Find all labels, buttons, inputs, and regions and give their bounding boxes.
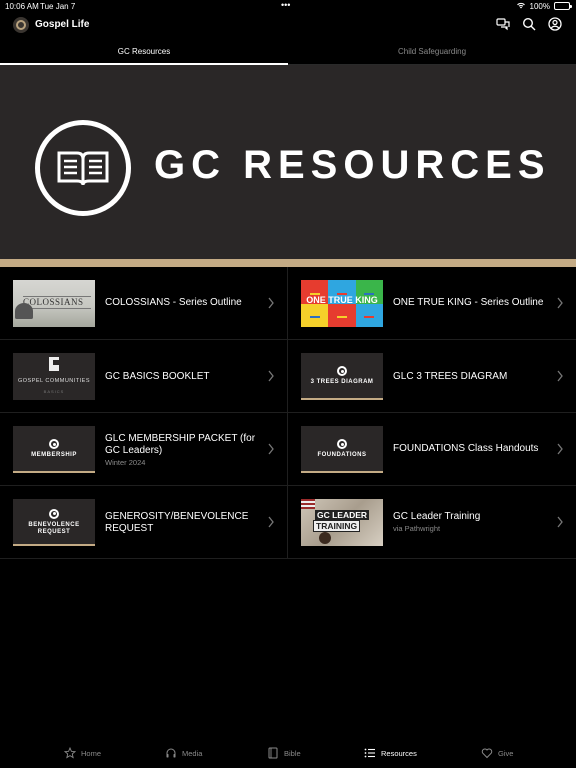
chevron-right-icon bbox=[268, 297, 274, 309]
list-icon bbox=[364, 748, 375, 758]
nav-resources[interactable]: Resources bbox=[364, 747, 417, 759]
nav-media-label: Media bbox=[182, 748, 203, 758]
app-header: Gospel Life bbox=[0, 14, 576, 38]
nav-bible-label: Bible bbox=[284, 748, 301, 758]
colossians-thumbnail: COLOSSIANS bbox=[13, 280, 95, 327]
foundations-thumbnail: FOUNDATIONS bbox=[301, 426, 383, 473]
status-bar: 10:06 AM Tue Jan 7 ••• 100% bbox=[0, 0, 576, 12]
chevron-right-icon bbox=[268, 443, 274, 455]
chevron-right-icon bbox=[557, 443, 563, 455]
chevron-right-icon bbox=[557, 370, 563, 382]
wifi-icon bbox=[516, 1, 526, 11]
profile-icon[interactable] bbox=[548, 17, 562, 31]
resource-item-membership[interactable]: MEMBERSHIP GLC MEMBERSHIP PACKET (for GC… bbox=[0, 413, 288, 486]
resource-item-leader-training[interactable]: GC LEADER TRAINING GC Leader Training vi… bbox=[288, 486, 576, 559]
app-title: Gospel Life bbox=[35, 19, 90, 30]
chevron-right-icon bbox=[557, 516, 563, 528]
tab-child-safeguarding[interactable]: Child Safeguarding bbox=[288, 40, 576, 64]
headphones-icon bbox=[166, 748, 176, 758]
resource-item-colossians[interactable]: COLOSSIANS COLOSSIANS - Series Outline bbox=[0, 267, 288, 340]
book-icon bbox=[35, 120, 131, 216]
nav-bible[interactable]: Bible bbox=[267, 747, 301, 759]
resources-grid: COLOSSIANS COLOSSIANS - Series Outline O… bbox=[0, 267, 576, 559]
tab-bar: GC Resources Child Safeguarding bbox=[0, 40, 576, 65]
membership-thumbnail: MEMBERSHIP bbox=[13, 426, 95, 473]
resource-item-3-trees[interactable]: 3 TREES DIAGRAM GLC 3 TREES DIAGRAM bbox=[288, 340, 576, 413]
banner-title: GC RESOURCES bbox=[154, 143, 551, 187]
nav-give-label: Give bbox=[498, 748, 514, 758]
resource-title: GC Leader Training bbox=[393, 511, 481, 522]
nav-give[interactable]: Give bbox=[481, 747, 513, 759]
banner-accent-stripe bbox=[0, 259, 576, 267]
resource-title: ONE TRUE KING - Series Outline bbox=[393, 297, 544, 308]
tab-gc-resources[interactable]: GC Resources bbox=[0, 40, 288, 65]
resource-item-foundations[interactable]: FOUNDATIONS FOUNDATIONS Class Handouts bbox=[288, 413, 576, 486]
resource-title: GLC MEMBERSHIP PACKET (for GC Leaders) bbox=[105, 433, 256, 456]
gc-basics-thumbnail: GOSPEL COMMUNITIES BASICS bbox=[13, 353, 95, 400]
resource-subtitle: via Pathwright bbox=[393, 524, 441, 533]
star-icon bbox=[64, 747, 76, 759]
one-true-king-thumbnail: ONE TRUE KING bbox=[301, 280, 383, 327]
nav-media[interactable]: Media bbox=[165, 747, 202, 759]
nav-home[interactable]: Home bbox=[64, 747, 101, 759]
app-logo bbox=[13, 17, 29, 33]
heart-icon bbox=[481, 748, 493, 759]
battery-icon bbox=[554, 2, 572, 10]
leader-training-thumbnail: GC LEADER TRAINING bbox=[301, 499, 383, 546]
3-trees-thumbnail: 3 TREES DIAGRAM bbox=[301, 353, 383, 400]
chat-icon[interactable] bbox=[496, 17, 510, 31]
hero-banner: GC RESOURCES bbox=[0, 65, 576, 259]
search-icon[interactable] bbox=[522, 17, 536, 31]
benevolence-thumbnail: BENEVOLENCE REQUEST bbox=[13, 499, 95, 546]
chevron-right-icon bbox=[557, 297, 563, 309]
nav-resources-label: Resources bbox=[381, 748, 417, 758]
book-icon bbox=[268, 747, 278, 759]
resource-title: GENEROSITY/BENEVOLENCE REQUEST bbox=[105, 511, 249, 534]
status-time: 10:06 AM bbox=[5, 2, 39, 11]
resource-title: GC BASICS BOOKLET bbox=[105, 371, 210, 382]
resource-title: GLC 3 TREES DIAGRAM bbox=[393, 371, 508, 382]
resource-item-benevolence[interactable]: BENEVOLENCE REQUEST GENEROSITY/BENEVOLEN… bbox=[0, 486, 288, 559]
resource-item-gc-basics[interactable]: GOSPEL COMMUNITIES BASICS GC BASICS BOOK… bbox=[0, 340, 288, 413]
resource-subtitle: Winter 2024 bbox=[105, 458, 146, 467]
resource-title: FOUNDATIONS Class Handouts bbox=[393, 443, 539, 454]
status-date: Tue Jan 7 bbox=[40, 2, 76, 11]
battery-percent: 100% bbox=[529, 1, 550, 11]
nav-home-label: Home bbox=[81, 748, 102, 758]
resource-title: COLOSSIANS - Series Outline bbox=[105, 297, 242, 308]
bottom-tab-bar: Home Media Bible Resources Give bbox=[0, 740, 576, 768]
chevron-right-icon bbox=[268, 516, 274, 528]
resource-item-one-true-king[interactable]: ONE TRUE KING ONE TRUE KING - Series Out… bbox=[288, 267, 576, 340]
multitask-dots[interactable]: ••• bbox=[281, 0, 290, 10]
chevron-right-icon bbox=[268, 370, 274, 382]
